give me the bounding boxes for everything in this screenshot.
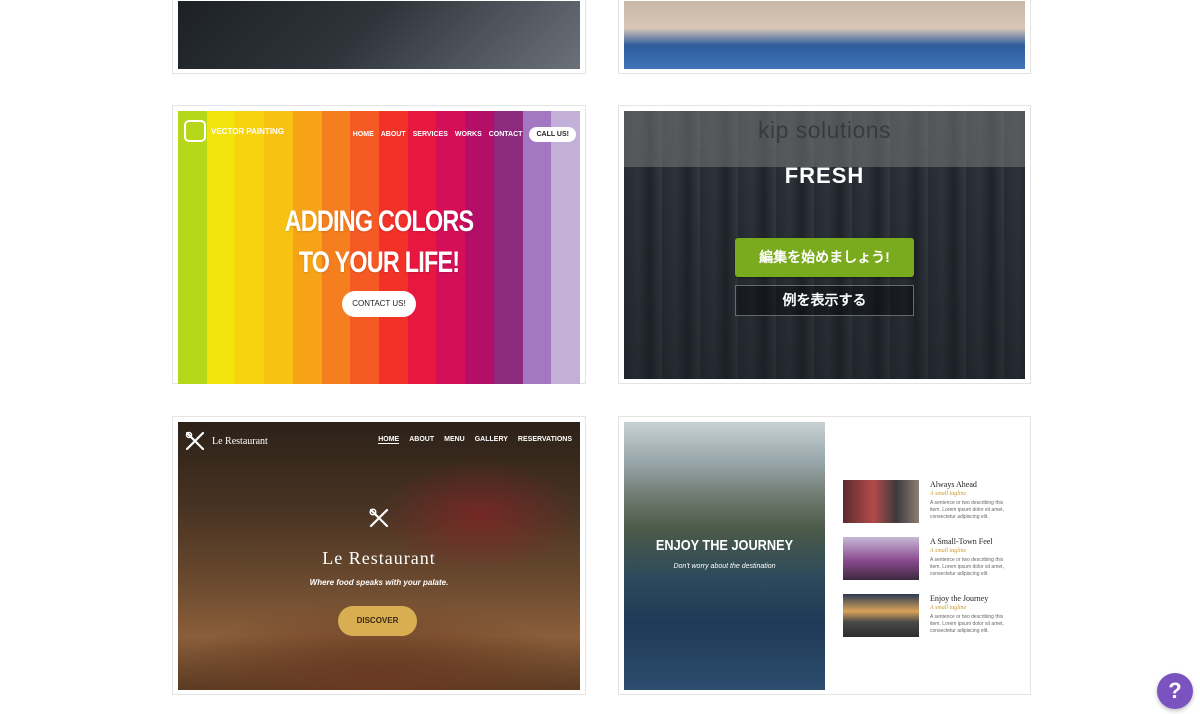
fork-knife-icon <box>369 508 389 528</box>
template-card-classroom[interactable] <box>618 0 1031 74</box>
journey-item-image <box>843 480 919 523</box>
template-thumbnail-laptop <box>178 1 580 69</box>
help-button[interactable]: ? <box>1157 673 1193 709</box>
journey-title: ENJOY THE JOURNEY <box>655 537 794 554</box>
color-stripe <box>551 111 580 384</box>
kip-brand: kip solutions <box>757 117 892 143</box>
fork-knife-icon <box>185 431 205 451</box>
journey-list-item: Always Ahead A small tagline A sentence … <box>843 480 1013 524</box>
template-thumbnail-enjoy-journey: ENJOY THE JOURNEY Don't worry about the … <box>624 422 1025 690</box>
kip-nav-item: CONTACT US <box>917 148 955 154</box>
kip-nav-item: WHO'S TALKING <box>838 148 884 154</box>
kip-nav: WHAT WE DO WHO WE ARE WHO'S TALKING CONT… <box>624 148 1025 154</box>
journey-list-item: A Small-Town Feel A small tagline A sent… <box>843 537 1013 581</box>
journey-item-desc: A sentence or two describing this item. … <box>930 614 1004 634</box>
journey-item-desc: A sentence or two describing this item. … <box>930 557 1004 577</box>
journey-item-desc: A sentence or two describing this item. … <box>930 500 1004 520</box>
journey-item-tagline: A small tagline <box>930 605 967 611</box>
vector-painting-nav: HOME ABOUT SERVICES WORKS CONTACT CALL U… <box>353 127 576 142</box>
kip-header-bar: kip solutions WHAT WE DO WHO WE ARE WHO'… <box>624 111 1025 167</box>
kip-nav-item: WHO WE ARE <box>766 148 805 154</box>
color-stripe <box>178 111 207 384</box>
template-thumbnail-kip-solutions: kip solutions WHAT WE DO WHO WE ARE WHO'… <box>624 111 1025 379</box>
journey-item-heading: A Small-Town Feel <box>930 537 993 546</box>
template-thumbnail-le-restaurant: Le Restaurant HOME ABOUT MENU GALLERY RE… <box>178 422 580 690</box>
nav-gallery: GALLERY <box>474 436 508 443</box>
journey-hero-photo: ENJOY THE JOURNEY Don't worry about the … <box>624 422 825 690</box>
nav-services: SERVICES <box>412 131 448 138</box>
template-thumbnail-classroom <box>624 1 1025 69</box>
vector-painting-headline: ADDING COLORS TO YOUR LIFE! <box>284 205 475 279</box>
journey-list-item: Enjoy the Journey A small tagline A sent… <box>843 594 1013 638</box>
journey-item-heading: Always Ahead <box>930 480 977 489</box>
restaurant-subtitle: Where food speaks with your palate. <box>309 578 449 587</box>
nav-works: WORKS <box>454 131 482 138</box>
nav-contact: CONTACT <box>488 131 523 138</box>
contact-us-button: CONTACT US! <box>342 291 416 317</box>
restaurant-nav: HOME ABOUT MENU GALLERY RESERVATIONS <box>378 436 572 444</box>
call-us-button: CALL US! <box>529 127 576 142</box>
template-card-kip-solutions[interactable]: kip solutions WHAT WE DO WHO WE ARE WHO'… <box>618 105 1031 384</box>
journey-subtitle: Don't worry about the destination <box>673 563 776 570</box>
journey-item-tagline: A small tagline <box>930 548 967 554</box>
kip-hero-title: FRESH <box>784 163 865 188</box>
template-card-vector-painting[interactable]: VECTOR PAINTING HOME ABOUT SERVICES WORK… <box>172 105 586 384</box>
journey-item-image <box>843 594 919 637</box>
nav-home: HOME <box>352 131 374 138</box>
nav-about: ABOUT <box>380 131 406 138</box>
journey-item-heading: Enjoy the Journey <box>930 594 989 603</box>
paint-roller-icon <box>184 120 206 142</box>
nav-about: ABOUT <box>409 436 435 443</box>
journey-item-image <box>843 537 919 580</box>
template-thumbnail-vector-painting: VECTOR PAINTING HOME ABOUT SERVICES WORK… <box>178 111 580 384</box>
start-editing-button[interactable]: 編集を始めましょう! <box>735 238 914 277</box>
kip-nav-item: WHAT WE DO <box>694 148 733 154</box>
nav-reservations: RESERVATIONS <box>517 436 572 443</box>
template-card-laptop[interactable] <box>172 0 586 74</box>
restaurant-logo: Le Restaurant <box>184 430 268 452</box>
journey-item-tagline: A small tagline <box>930 491 967 497</box>
template-card-le-restaurant[interactable]: Le Restaurant HOME ABOUT MENU GALLERY RE… <box>172 416 586 695</box>
nav-menu: MENU <box>444 436 465 443</box>
template-card-enjoy-journey[interactable]: ENJOY THE JOURNEY Don't worry about the … <box>618 416 1031 695</box>
restaurant-title: Le Restaurant <box>322 548 436 568</box>
nav-home: HOME <box>378 436 400 444</box>
discover-button: DISCOVER <box>338 606 417 636</box>
view-example-button[interactable]: 例を表示する <box>735 285 914 316</box>
vector-painting-logo: VECTOR PAINTING <box>184 120 284 142</box>
